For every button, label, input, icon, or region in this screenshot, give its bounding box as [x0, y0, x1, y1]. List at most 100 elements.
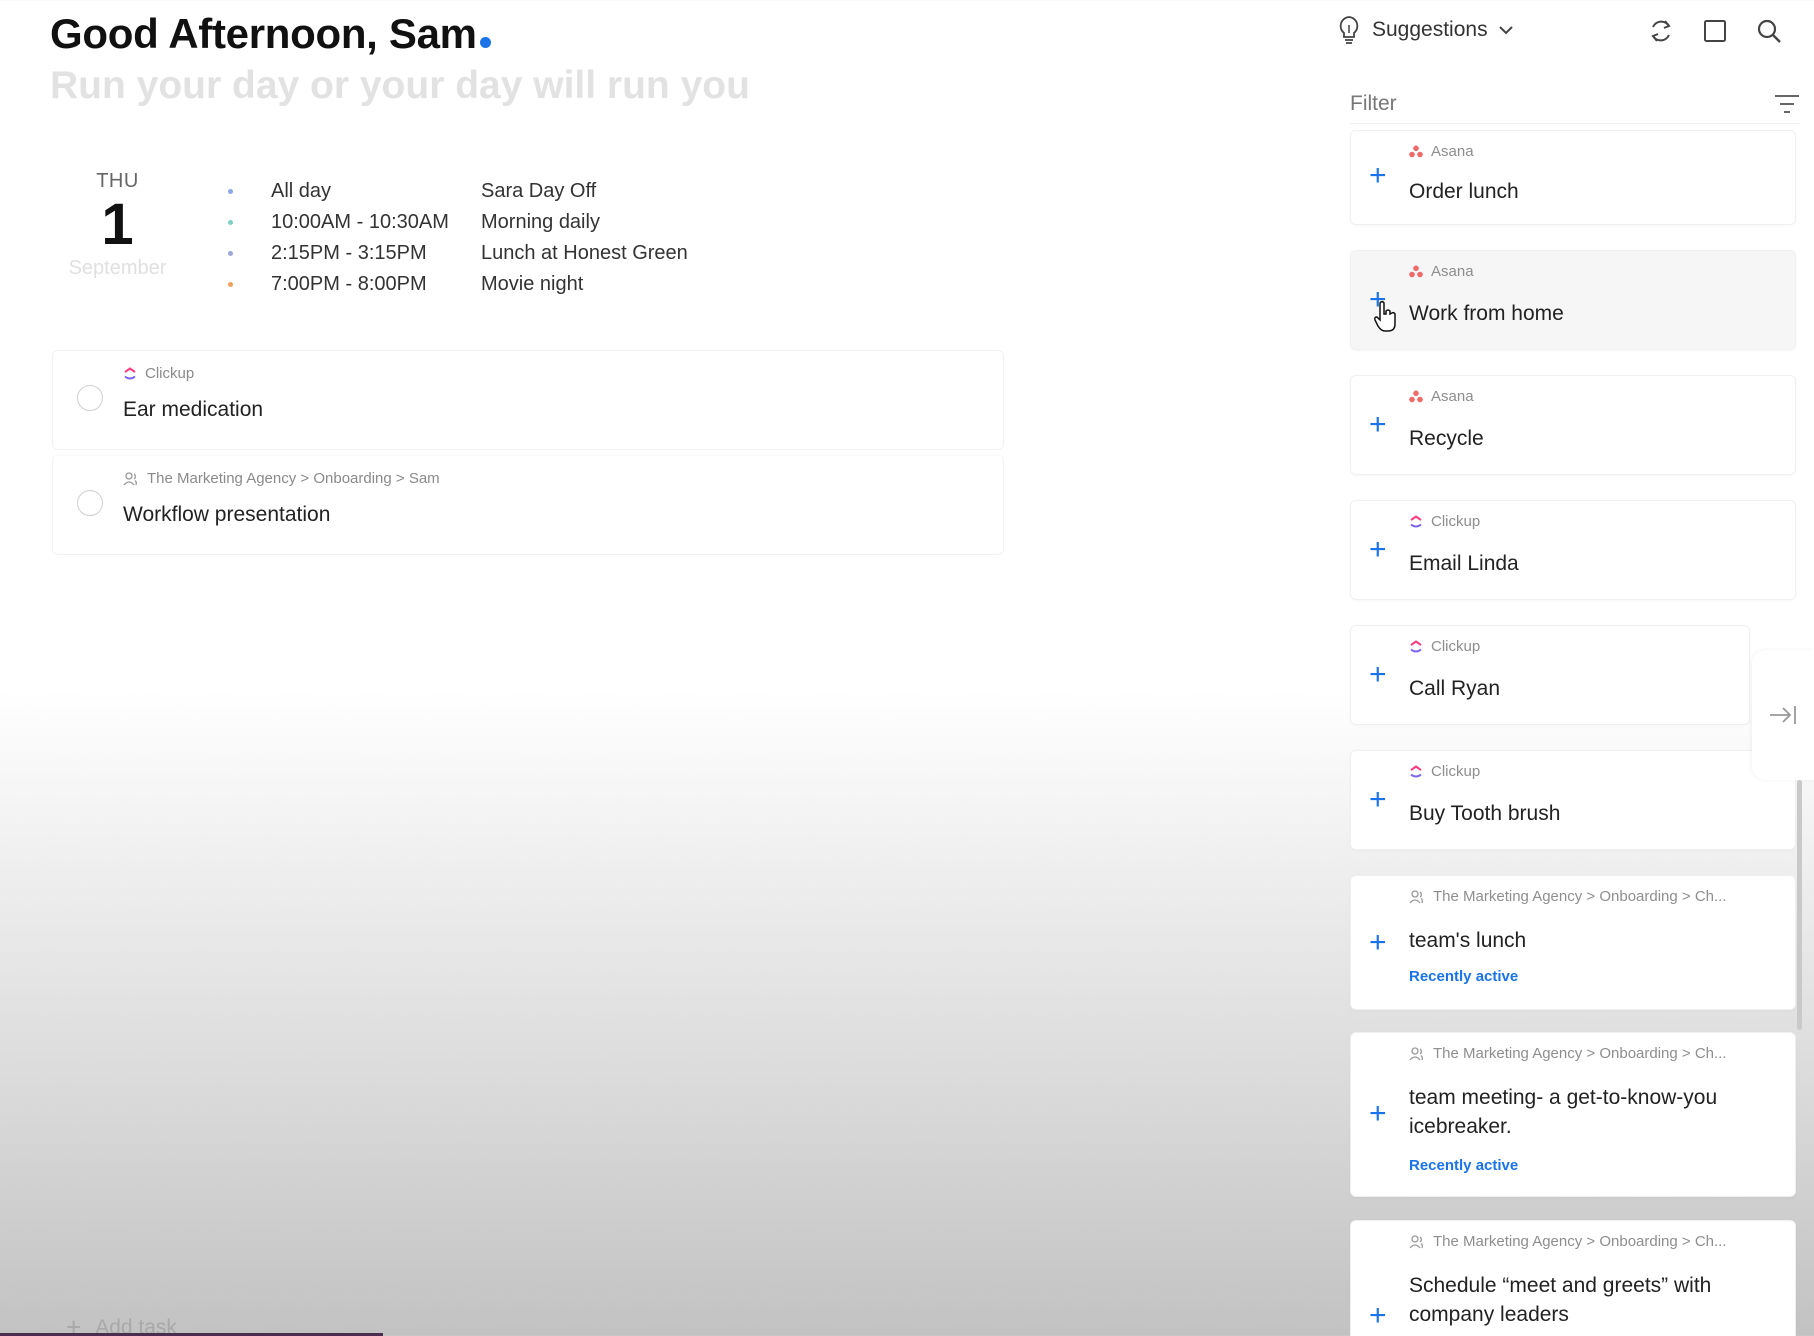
filter-bar[interactable]: Filter: [1350, 84, 1800, 124]
task-card[interactable]: The Marketing Agency > Onboarding > Sam …: [52, 455, 1004, 555]
suggestion-card[interactable]: + Asana Work from home: [1350, 250, 1796, 350]
event-dot: [228, 251, 233, 256]
suggestion-title: Email Linda: [1409, 552, 1519, 575]
suggestion-source: The Marketing Agency > Onboarding > Ch..…: [1409, 888, 1727, 905]
suggestion-title: Recycle: [1409, 427, 1484, 450]
event-title: Lunch at Honest Green: [481, 242, 688, 264]
refresh-icon: [1651, 20, 1671, 42]
suggestion-card[interactable]: + Asana Order lunch: [1350, 130, 1796, 225]
add-suggestion-icon[interactable]: +: [1369, 785, 1387, 815]
task-title: Workflow presentation: [123, 503, 331, 526]
suggestion-source: Clickup: [1409, 638, 1480, 655]
suggestion-title: Schedule “meet and greets” with company …: [1409, 1274, 1712, 1326]
filter-icon[interactable]: [1774, 94, 1800, 114]
suggestion-card[interactable]: + The Marketing Agency > Onboarding > Ch…: [1350, 1032, 1796, 1197]
suggestion-source-label: Asana: [1431, 143, 1474, 160]
suggestion-source: Asana: [1409, 143, 1474, 160]
suggestion-card[interactable]: + Clickup Email Linda: [1350, 500, 1796, 600]
task-source: The Marketing Agency > Onboarding > Sam: [123, 470, 440, 487]
event-item[interactable]: All day Sara Day Off: [228, 176, 688, 207]
filter-label: Filter: [1350, 91, 1397, 115]
suggestion-card[interactable]: + The Marketing Agency > Onboarding > Ch…: [1350, 875, 1796, 1010]
suggestion-source: The Marketing Agency > Onboarding > Ch..…: [1409, 1045, 1727, 1062]
page-tagline: Run your day or your day will run you: [50, 64, 750, 107]
date-day: 1: [101, 192, 134, 257]
add-suggestion-icon[interactable]: +: [1369, 535, 1387, 565]
square-icon: [1704, 20, 1726, 42]
suggestion-title: Buy Tooth brush: [1409, 802, 1561, 825]
suggestion-source: Clickup: [1409, 513, 1480, 530]
greeting-text: Good Afternoon, Sam: [50, 10, 477, 57]
task-title: Ear medication: [123, 398, 264, 421]
suggestion-title: Order lunch: [1409, 180, 1519, 203]
refresh-button[interactable]: [1644, 14, 1678, 48]
suggestion-source-label: The Marketing Agency > Onboarding > Ch..…: [1433, 1045, 1727, 1062]
event-title: Movie night: [481, 273, 584, 295]
suggestion-source-label: The Marketing Agency > Onboarding > Ch..…: [1433, 1233, 1727, 1250]
suggestion-source: The Marketing Agency > Onboarding > Ch..…: [1409, 1233, 1727, 1250]
suggestion-title: Call Ryan: [1409, 677, 1501, 700]
event-dot: [228, 220, 233, 225]
add-suggestion-icon[interactable]: +: [1369, 410, 1387, 440]
clickup-icon: [124, 366, 136, 379]
event-time: 2:15PM - 3:15PM: [271, 242, 427, 264]
suggestion-title: team's lunch: [1409, 929, 1527, 952]
task-source-label: The Marketing Agency > Onboarding > Sam: [147, 470, 440, 487]
collapse-panel-button[interactable]: [1752, 650, 1814, 780]
status-dot: [479, 37, 491, 48]
collapse-right-icon: [1770, 706, 1796, 724]
panel-scrollbar[interactable]: [1797, 780, 1802, 1030]
task-checkbox[interactable]: [77, 490, 103, 516]
suggestion-source: Clickup: [1409, 763, 1480, 780]
suggestion-source-label: Asana: [1431, 388, 1474, 405]
suggestion-title: team meeting- a get-to-know-you icebreak…: [1409, 1086, 1718, 1138]
suggestion-source: Asana: [1409, 263, 1474, 280]
suggestion-title: Work from home: [1409, 302, 1564, 325]
event-item[interactable]: 7:00PM - 8:00PM Movie night: [228, 269, 688, 300]
add-suggestion-icon[interactable]: +: [1369, 928, 1387, 958]
lightbulb-icon: [1339, 16, 1359, 44]
suggestion-card[interactable]: + Asana Recycle: [1350, 375, 1796, 475]
team-icon: [1409, 1234, 1423, 1248]
asana-icon: [1409, 265, 1423, 278]
task-source-label: Clickup: [145, 365, 195, 382]
event-dot: [228, 189, 233, 194]
suggestions-dropdown[interactable]: Suggestions: [1336, 15, 1514, 45]
event-time: 10:00AM - 10:30AM: [271, 211, 449, 233]
task-card[interactable]: Clickup Ear medication: [52, 350, 1004, 450]
suggestion-source-label: Asana: [1431, 263, 1474, 280]
clickup-icon: [1410, 514, 1422, 527]
chevron-down-icon: [1498, 26, 1513, 35]
suggestion-source-label: Clickup: [1431, 513, 1481, 530]
event-item[interactable]: 2:15PM - 3:15PM Lunch at Honest Green: [228, 238, 688, 269]
add-suggestion-icon[interactable]: +: [1369, 1099, 1387, 1129]
panel-toolbar: Suggestions: [1336, 8, 1814, 52]
clickup-icon: [1410, 764, 1422, 777]
task-source: Clickup: [123, 365, 194, 382]
task-checkbox[interactable]: [77, 385, 103, 411]
event-item[interactable]: 10:00AM - 10:30AM Morning daily: [228, 207, 688, 238]
search-button[interactable]: [1752, 14, 1786, 48]
event-title: Sara Day Off: [481, 180, 597, 202]
event-time: All day: [271, 180, 332, 202]
date-weekday: THU: [96, 170, 139, 192]
suggestion-source-label: The Marketing Agency > Onboarding > Ch..…: [1433, 888, 1727, 905]
event-title: Morning daily: [481, 211, 600, 233]
page-greeting: Good Afternoon, Sam: [50, 10, 491, 58]
suggestion-source-label: Clickup: [1431, 763, 1481, 780]
add-suggestion-icon[interactable]: +: [1369, 660, 1387, 690]
team-icon: [123, 471, 137, 485]
recently-active-badge: Recently active: [1409, 968, 1519, 985]
add-suggestion-icon[interactable]: +: [1369, 1301, 1387, 1331]
team-icon: [1409, 1046, 1423, 1060]
asana-icon: [1409, 145, 1423, 158]
suggestion-card[interactable]: + Clickup Call Ryan: [1350, 625, 1750, 725]
suggestion-card[interactable]: + The Marketing Agency > Onboarding > Ch…: [1350, 1220, 1796, 1336]
add-suggestion-icon[interactable]: +: [1369, 161, 1387, 191]
recently-active-badge: Recently active: [1409, 1157, 1519, 1174]
layout-button[interactable]: [1698, 14, 1732, 48]
suggestion-card[interactable]: + Clickup Buy Tooth brush: [1350, 750, 1796, 850]
event-time: 7:00PM - 8:00PM: [271, 273, 427, 295]
search-icon: [1757, 19, 1781, 43]
clickup-icon: [1410, 639, 1422, 652]
